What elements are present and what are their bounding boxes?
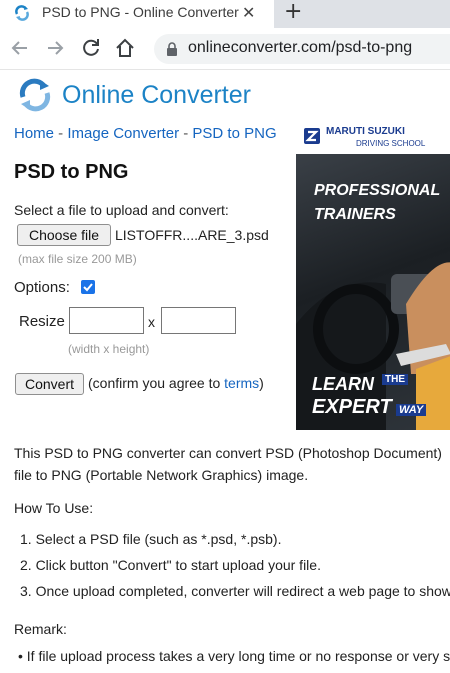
confirm-suffix: ) [259,375,264,391]
suzuki-logo-icon [304,128,320,144]
how-to-use-label: How To Use: [14,500,94,516]
ad-learn: LEARN [312,374,374,394]
remark-label: Remark: [14,621,67,637]
options-label: Options: [14,279,70,296]
ad-the: THE [382,374,408,385]
how-to-steps: 1. Select a PSD file (such as *.psd, *.p… [20,526,450,604]
checkmark-icon [83,283,93,292]
choose-file-button[interactable]: Choose file [17,224,111,246]
resize-hint: (width x height) [68,342,150,356]
ad-expert: EXPERT [312,396,392,418]
convert-button[interactable]: Convert [15,373,84,395]
ad-way: WAY [396,404,427,416]
browser-tab-strip: PSD to PNG - Online Converter ✕ + [0,0,450,28]
ad-headline-2: TRAINERS [314,206,396,223]
reload-icon[interactable] [79,36,103,60]
lock-icon[interactable] [166,42,178,56]
terms-link[interactable]: terms [224,375,259,391]
breadcrumb-home-link[interactable]: Home [14,125,54,142]
home-icon[interactable] [113,36,137,60]
browser-toolbar: onlineconverter.com/psd-to-png [0,28,450,70]
advertisement-banner[interactable]: MARUTI SUZUKI DRIVING SCHOOL PROFESSIONA… [296,120,450,430]
converter-logo-icon[interactable] [18,78,52,112]
select-file-label: Select a file to upload and convert: [14,202,229,218]
converter-description: This PSD to PNG converter can convert PS… [14,445,442,483]
options-checkbox[interactable] [81,280,95,294]
browser-tab[interactable]: PSD to PNG - Online Converter ✕ [0,0,274,28]
tab-close-icon[interactable]: ✕ [242,3,255,22]
step-item: 1. Select a PSD file (such as *.psd, *.p… [20,531,282,547]
new-tab-button[interactable]: + [284,0,302,24]
tab-title: PSD to PNG - Online Converter [42,4,239,20]
breadcrumb-separator: - [179,125,193,142]
url-text: onlineconverter.com/psd-to-png [188,39,413,56]
breadcrumb-image-converter-link[interactable]: Image Converter [67,125,179,142]
confirm-prefix: (confirm you agree to [88,375,225,391]
address-bar[interactable]: onlineconverter.com/psd-to-png [154,34,450,64]
forward-arrow-icon[interactable] [43,36,67,60]
resize-height-input[interactable] [161,307,236,334]
ad-brand: MARUTI SUZUKI [326,126,405,137]
selected-file-name: LISTOFFR....ARE_3.psd [115,227,269,243]
converter-favicon-icon [14,5,30,21]
resize-label: Resize [19,313,65,330]
ad-header: MARUTI SUZUKI DRIVING SCHOOL [296,120,450,154]
resize-separator: x [148,314,155,330]
breadcrumb-current-link[interactable]: PSD to PNG [192,125,276,142]
back-arrow-icon[interactable] [8,36,32,60]
page-title: PSD to PNG [14,161,129,183]
page-content: Online Converter Home - Image Converter … [0,71,450,673]
breadcrumb-separator: - [54,125,68,142]
step-item: 2. Click button "Convert" to start uploa… [20,557,321,573]
site-name[interactable]: Online Converter [62,81,251,110]
resize-width-input[interactable] [69,307,144,334]
max-file-size-hint: (max file size 200 MB) [18,252,137,266]
confirm-terms-text: (confirm you agree to terms) [88,375,264,391]
ad-headline-1: PROFESSIONAL [314,182,441,199]
step-item: 3. Once upload completed, converter will… [20,583,450,599]
ad-sub: DRIVING SCHOOL [356,139,426,148]
remark-item: • If file upload process takes a very lo… [18,648,450,664]
breadcrumb: Home - Image Converter - PSD to PNG [14,125,277,142]
